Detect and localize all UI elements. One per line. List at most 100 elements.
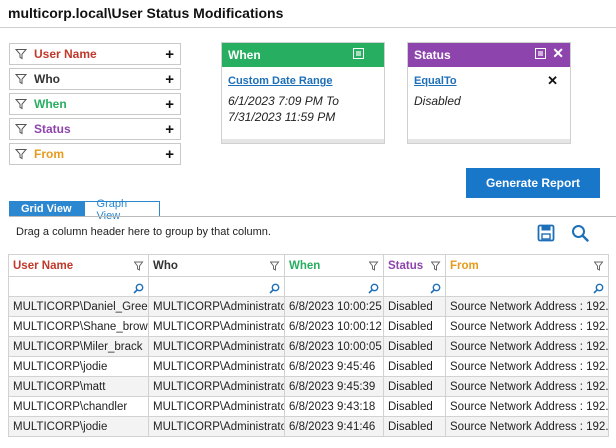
tab-divider (9, 216, 616, 217)
column-filter-icon[interactable] (594, 261, 604, 271)
table-row[interactable]: MULTICORP\matt MULTICORP\Administrator 6… (8, 376, 609, 397)
column-header-user-name[interactable]: User Name (8, 254, 149, 277)
cell-who: MULTICORP\Administrator (148, 356, 285, 377)
column-search-cell[interactable] (8, 276, 149, 297)
column-sort-filter-icon[interactable] (369, 261, 379, 271)
equal-to-link[interactable]: EqualTo (414, 75, 564, 87)
grid-search-row (8, 276, 609, 297)
cell-who: MULTICORP\Administrator (148, 416, 285, 437)
filter-status[interactable]: Status + (9, 118, 181, 140)
close-icon[interactable]: ✕ (552, 45, 564, 62)
funnel-icon (15, 124, 27, 135)
page-title: multicorp.local\User Status Modification… (8, 5, 284, 21)
table-row[interactable]: MULTICORP\jodie MULTICORP\Administrator … (8, 356, 609, 377)
cell-user-name: MULTICORP\jodie (8, 416, 149, 437)
cell-user-name: MULTICORP\matt (8, 376, 149, 397)
search-icon[interactable] (571, 224, 589, 242)
funnel-icon (15, 74, 27, 85)
status-card-title: Status (414, 48, 451, 62)
cell-from: Source Network Address : 192.... (445, 376, 609, 397)
add-filter-icon[interactable]: + (165, 97, 174, 112)
minimize-icon[interactable] (353, 48, 364, 59)
cell-when: 6/8/2023 10:00:05 (284, 336, 384, 357)
column-search-cell[interactable] (445, 276, 609, 297)
add-filter-icon[interactable]: + (165, 147, 174, 162)
cell-from: Source Network Address : 192.... (445, 296, 609, 317)
title-divider (0, 27, 616, 28)
column-header-who[interactable]: Who (148, 254, 285, 277)
cell-status: Disabled (383, 296, 446, 317)
when-card-body: Custom Date Range 6/1/2023 7:09 PM To 7/… (222, 67, 384, 133)
tab-grid-view[interactable]: Grid View (9, 201, 84, 217)
column-filter-icon[interactable] (431, 261, 441, 271)
cell-from: Source Network Address : 192.... (445, 416, 609, 437)
tab-graph-view[interactable]: Graph View (83, 198, 160, 222)
column-label: Who (153, 259, 178, 272)
cell-status: Disabled (383, 336, 446, 357)
date-range-end: 7/31/2023 11:59 PM (228, 110, 336, 124)
card-footer-shade (408, 139, 570, 143)
table-row[interactable]: MULTICORP\jodie MULTICORP\Administrator … (8, 416, 609, 437)
cell-when: 6/8/2023 10:00:12 (284, 316, 384, 337)
search-icon[interactable] (133, 283, 144, 294)
filter-when[interactable]: When + (9, 93, 181, 115)
cell-user-name: MULTICORP\Miler_brack (8, 336, 149, 357)
cell-status: Disabled (383, 316, 446, 337)
filter-label: User Name (34, 47, 97, 61)
cell-who: MULTICORP\Administrator (148, 396, 285, 417)
cell-when: 6/8/2023 9:45:39 (284, 376, 384, 397)
add-filter-icon[interactable]: + (165, 47, 174, 62)
cell-status: Disabled (383, 396, 446, 417)
when-card-header: When (222, 43, 384, 67)
when-filter-card: When Custom Date Range 6/1/2023 7:09 PM … (221, 42, 385, 144)
column-search-cell[interactable] (148, 276, 285, 297)
save-icon[interactable] (537, 224, 555, 242)
search-icon[interactable] (368, 283, 379, 294)
column-search-cell[interactable] (284, 276, 384, 297)
table-row[interactable]: MULTICORP\Miler_brack MULTICORP\Administ… (8, 336, 609, 357)
status-filter-card: Status ✕ EqualTo ✕ Disabled (407, 42, 571, 144)
column-label: User Name (13, 259, 74, 272)
view-tabs: Grid View Graph View (9, 198, 160, 222)
cell-user-name: MULTICORP\jodie (8, 356, 149, 377)
cell-who: MULTICORP\Administrator (148, 296, 285, 317)
column-filter-icon[interactable] (134, 261, 144, 271)
search-icon[interactable] (430, 283, 441, 294)
date-range-start: 6/1/2023 7:09 PM To (228, 94, 339, 108)
cell-who: MULTICORP\Administrator (148, 316, 285, 337)
add-filter-icon[interactable]: + (165, 122, 174, 137)
cell-from: Source Network Address : 192.... (445, 336, 609, 357)
column-filter-icon[interactable] (270, 261, 280, 271)
cell-who: MULTICORP\Administrator (148, 336, 285, 357)
cell-when: 6/8/2023 10:00:25 (284, 296, 384, 317)
filter-label: When (34, 97, 67, 111)
results-grid: User Name Who When Status From MULTICORP… (8, 254, 609, 437)
card-footer-shade (222, 139, 384, 143)
status-card-body: EqualTo ✕ Disabled (408, 67, 570, 117)
remove-value-icon[interactable]: ✕ (547, 73, 558, 89)
when-card-title: When (228, 48, 261, 62)
table-row[interactable]: MULTICORP\Shane_brown MULTICORP\Administ… (8, 316, 609, 337)
generate-report-button[interactable]: Generate Report (466, 168, 600, 198)
column-header-when[interactable]: When (284, 254, 384, 277)
minimize-icon[interactable] (535, 48, 546, 59)
table-row[interactable]: MULTICORP\chandler MULTICORP\Administrat… (8, 396, 609, 417)
funnel-icon (15, 149, 27, 160)
column-search-cell[interactable] (383, 276, 446, 297)
cell-from: Source Network Address : 192.... (445, 316, 609, 337)
add-filter-icon[interactable]: + (165, 72, 174, 87)
cell-user-name: MULTICORP\Shane_brown (8, 316, 149, 337)
filter-who[interactable]: Who + (9, 68, 181, 90)
filter-from[interactable]: From + (9, 143, 181, 165)
table-row[interactable]: MULTICORP\Daniel_Greek MULTICORP\Adminis… (8, 296, 609, 317)
filter-user-name[interactable]: User Name + (9, 43, 181, 65)
column-header-from[interactable]: From (445, 254, 609, 277)
cell-from: Source Network Address : 192.... (445, 356, 609, 377)
search-icon[interactable] (269, 283, 280, 294)
column-header-status[interactable]: Status (383, 254, 446, 277)
column-label: When (289, 259, 321, 272)
custom-date-range-link[interactable]: Custom Date Range (228, 75, 378, 87)
date-range-value: 6/1/2023 7:09 PM To 7/31/2023 11:59 PM (228, 93, 378, 125)
funnel-icon (15, 49, 27, 60)
search-icon[interactable] (593, 283, 604, 294)
